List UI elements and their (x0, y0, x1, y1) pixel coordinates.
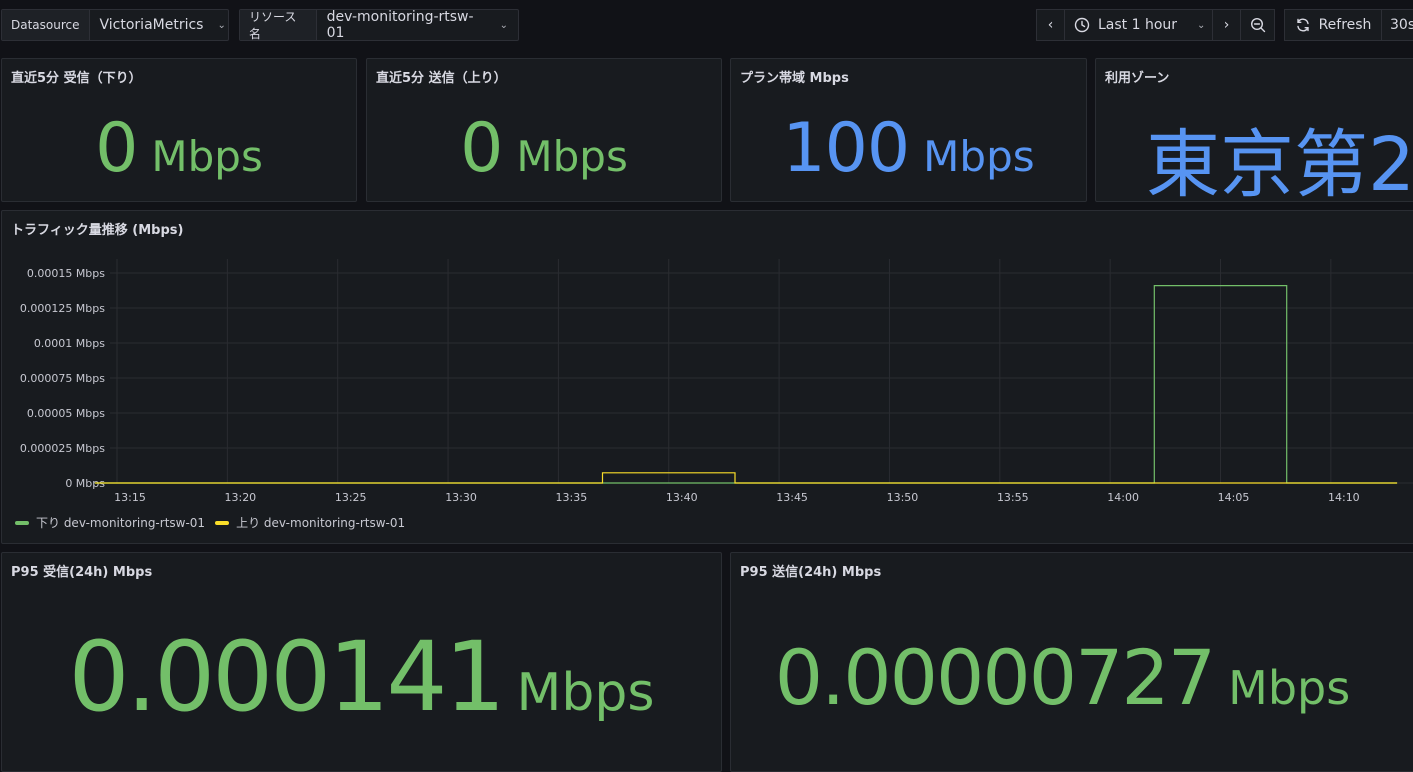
x-tick-label: 13:20 (224, 491, 256, 504)
stat-value-rx-5m: 0 Mbps (2, 109, 356, 188)
chart-legend: 下り dev-monitoring-rtsw-01 上り dev-monitori… (15, 514, 405, 531)
stat-unit: Mbps (1228, 661, 1351, 715)
traffic-chart[interactable]: 0 Mbps0.000025 Mbps0.00005 Mbps0.000075 … (2, 211, 1413, 511)
legend-swatch (15, 520, 29, 525)
x-tick-label: 13:40 (666, 491, 698, 504)
panel-title: P95 受信(24h) Mbps (11, 565, 153, 580)
y-tick-label: 0.000125 Mbps (20, 302, 105, 315)
x-tick-label: 13:15 (114, 491, 146, 504)
chevron-left-icon: ‹ (1047, 17, 1054, 33)
panel-title: 直近5分 送信（上り） (376, 71, 507, 86)
legend-swatch (215, 520, 230, 525)
datasource-variable: Datasource VictoriaMetrics ⌄ (1, 9, 229, 41)
panel-title: 直近5分 受信（下り） (11, 71, 142, 86)
panel-p95-tx: P95 送信(24h) Mbps 0.00000727 Mbps (730, 552, 1413, 772)
stat-number: 0.00000727 (774, 633, 1216, 722)
panel-title: プラン帯域 Mbps (740, 71, 849, 86)
panel-title: 利用ゾーン (1105, 71, 1170, 86)
legend-item[interactable]: 下り dev-monitoring-rtsw-01 (15, 514, 205, 531)
stat-unit: Mbps (151, 132, 263, 181)
stat-value-tx-5m: 0 Mbps (367, 109, 721, 188)
y-tick-label: 0.000025 Mbps (20, 442, 105, 455)
stat-text: 東京第2 (1146, 122, 1413, 202)
stat-unit: Mbps (516, 132, 628, 181)
legend-item[interactable]: 上り dev-monitoring-rtsw-01 (215, 514, 405, 531)
resource-value: dev-monitoring-rtsw-01 (326, 9, 474, 41)
x-tick-label: 14:05 (1218, 491, 1250, 504)
x-tick-label: 13:55 (997, 491, 1029, 504)
datasource-label: Datasource (2, 10, 90, 40)
time-range-picker[interactable]: Last 1 hour ⌄ (1064, 9, 1213, 41)
refresh-interval-select[interactable]: 30s (1381, 9, 1413, 41)
chevron-down-icon: ⌄ (217, 19, 226, 31)
datasource-value: VictoriaMetrics (99, 17, 204, 33)
panel-traffic-timeseries: トラフィック量推移 (Mbps) 0 Mbps 0.000025 Mbps 0.00… (1, 210, 1413, 544)
stat-unit: Mbps (923, 132, 1035, 181)
series-line-rx (94, 284, 1398, 484)
y-tick-label: 0.00015 Mbps (27, 267, 105, 280)
stat-number: 100 (782, 109, 910, 188)
series-line-tx (94, 472, 1398, 484)
panel-tx-5m: 直近5分 送信（上り） 0 Mbps (366, 58, 722, 202)
resource-variable: リソース名 dev-monitoring-rtsw-01 ⌄ (239, 9, 519, 41)
time-range-value: Last 1 hour (1098, 17, 1178, 33)
stat-unit: Mbps (516, 663, 655, 723)
legend-label: 下り dev-monitoring-rtsw-01 (36, 516, 206, 530)
y-tick-label: 0.0001 Mbps (34, 337, 105, 350)
stat-value-zone: 東京第2 (1146, 105, 1413, 202)
chevron-down-icon: ⌄ (1197, 19, 1206, 31)
y-tick-label: 0.00005 Mbps (27, 407, 105, 420)
x-tick-label: 13:45 (776, 491, 808, 504)
x-tick-label: 13:30 (445, 491, 477, 504)
x-tick-label: 13:35 (556, 491, 588, 504)
zoom-out-button[interactable] (1240, 9, 1275, 41)
stat-number: 0 (95, 109, 138, 188)
stat-number: 0.000141 (68, 621, 505, 733)
x-tick-label: 13:50 (887, 491, 919, 504)
resource-select[interactable]: dev-monitoring-rtsw-01 ⌄ (317, 9, 518, 41)
refresh-button[interactable]: Refresh (1284, 9, 1382, 41)
refresh-icon (1296, 18, 1309, 32)
panel-p95-rx: P95 受信(24h) Mbps 0.000141 Mbps (1, 552, 722, 772)
stat-value-p95-tx: 0.00000727 Mbps (731, 633, 1413, 722)
x-tick-label: 13:25 (335, 491, 367, 504)
stat-value-p95-rx: 0.000141 Mbps (2, 621, 721, 733)
x-tick-label: 14:10 (1328, 491, 1360, 504)
refresh-label: Refresh (1318, 17, 1372, 33)
panel-plan-bandwidth: プラン帯域 Mbps 100 Mbps (730, 58, 1087, 202)
stat-number: 0 (460, 109, 503, 188)
stat-value-plan: 100 Mbps (731, 109, 1086, 188)
panel-title: P95 送信(24h) Mbps (740, 565, 882, 580)
chevron-right-icon: › (1223, 17, 1230, 33)
datasource-select[interactable]: VictoriaMetrics ⌄ (90, 10, 236, 40)
x-tick-label: 14:00 (1107, 491, 1139, 504)
panel-rx-5m: 直近5分 受信（下り） 0 Mbps (1, 58, 357, 202)
y-tick-label: 0.000075 Mbps (20, 372, 105, 385)
time-shift-back-button[interactable]: ‹ (1036, 9, 1065, 41)
refresh-interval-value: 30s (1390, 17, 1413, 33)
zoom-out-icon (1250, 17, 1265, 33)
chevron-down-icon: ⌄ (499, 19, 508, 31)
legend-label: 上り dev-monitoring-rtsw-01 (236, 516, 406, 530)
time-shift-forward-button[interactable]: › (1212, 9, 1241, 41)
panel-zone: 利用ゾーン 東京第2 (1095, 58, 1413, 202)
clock-icon (1074, 17, 1090, 33)
resource-label: リソース名 (240, 10, 317, 41)
